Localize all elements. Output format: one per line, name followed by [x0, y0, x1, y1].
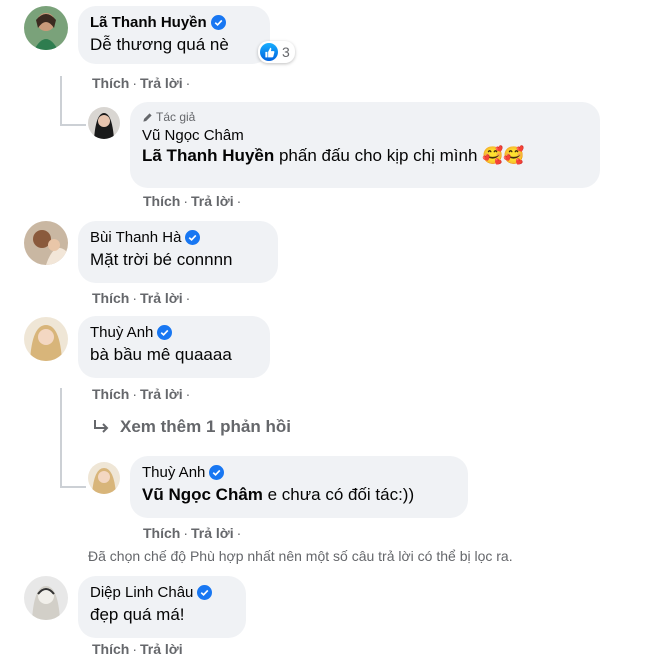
like-button[interactable]: Thích — [92, 75, 129, 91]
comment-text: Mặt trời bé connnn — [90, 250, 233, 269]
comment-bubble: Thuỳ Anh bà bầu mê quaaaa — [78, 316, 270, 378]
author-tag-label: Tác giả — [156, 110, 196, 124]
commenter-name[interactable]: Vũ Ngọc Châm — [142, 127, 588, 144]
thread-line — [60, 486, 86, 488]
comment-bubble: Bùi Thanh Hà Mặt trời bé connnn — [78, 221, 278, 283]
reply-button[interactable]: Trả lời — [140, 386, 183, 402]
like-button[interactable]: Thích — [92, 290, 129, 306]
like-button[interactable]: Thích — [143, 193, 180, 209]
reply-button[interactable]: Trả lời — [140, 290, 183, 306]
separator: · — [236, 193, 242, 209]
reply-button[interactable]: Trả lời — [191, 525, 234, 541]
comment-actions: Thích · Trả lời · — [143, 525, 244, 541]
mention-link[interactable]: Lã Thanh Huyền — [142, 146, 274, 165]
comment-body: phấn đấu cho kịp chị mình — [274, 146, 483, 165]
comment-body: e chưa có đối tác:)) — [262, 485, 415, 504]
separator: · — [132, 75, 138, 91]
commenter-name[interactable]: Thuỳ Anh — [142, 464, 456, 481]
commenter-name-text[interactable]: Thuỳ Anh — [90, 324, 153, 341]
verified-badge-icon — [197, 585, 213, 600]
thread-line — [60, 124, 86, 126]
reply-button[interactable]: Trả lời — [191, 193, 234, 209]
commenter-name-text[interactable]: Bùi Thanh Hà — [90, 229, 181, 246]
comment-bubble: Thuỳ Anh Vũ Ngọc Châm e chưa có đối tác:… — [130, 456, 468, 518]
comment-actions: Thích · Trả lời · — [92, 290, 193, 306]
author-tag: Tác giả — [142, 110, 588, 124]
verified-badge-icon — [185, 230, 201, 245]
comment-text: đẹp quá má! — [90, 605, 185, 624]
pencil-icon — [143, 112, 152, 122]
reaction-count-badge[interactable]: 3 — [258, 41, 295, 63]
separator: · — [236, 525, 242, 541]
comment-actions: Thích · Trả lời · — [92, 75, 193, 91]
comment-bubble: Lã Thanh Huyền Dễ thương quá nè — [78, 6, 270, 64]
comment-bubble: Diệp Linh Châu đẹp quá má! — [78, 576, 246, 638]
comment-bubble: Tác giả Vũ Ngọc Châm Lã Thanh Huyền phấn… — [130, 102, 600, 188]
commenter-name[interactable]: Diệp Linh Châu — [90, 584, 234, 601]
comment-text: bà bầu mê quaaaa — [90, 345, 232, 364]
separator: · — [183, 193, 189, 209]
comment-actions: Thích · Trả lời — [92, 641, 183, 657]
reply-button[interactable]: Trả lời — [140, 641, 183, 657]
separator: · — [132, 641, 138, 657]
avatar[interactable] — [88, 107, 120, 139]
reaction-count: 3 — [282, 44, 290, 60]
separator: · — [183, 525, 189, 541]
verified-badge-icon — [209, 465, 225, 480]
reply-button[interactable]: Trả lời — [140, 75, 183, 91]
avatar[interactable] — [24, 576, 68, 620]
commenter-name-text[interactable]: Diệp Linh Châu — [90, 584, 193, 601]
separator: · — [185, 290, 191, 306]
like-button[interactable]: Thích — [92, 386, 129, 402]
commenter-name[interactable]: Lã Thanh Huyền — [90, 14, 258, 31]
comment-text: Lã Thanh Huyền phấn đấu cho kịp chị mình… — [142, 146, 588, 166]
mention-link[interactable]: Vũ Ngọc Châm — [142, 485, 263, 504]
thread-line — [60, 388, 62, 488]
like-button[interactable]: Thích — [92, 641, 129, 657]
commenter-name-text[interactable]: Thuỳ Anh — [142, 464, 205, 481]
view-more-replies-label[interactable]: Xem thêm 1 phản hồi — [120, 417, 291, 437]
emoji: 🥰🥰 — [482, 146, 525, 165]
separator: · — [185, 75, 191, 91]
like-reaction-icon — [260, 43, 278, 61]
comment-text: Dễ thương quá nè — [90, 35, 229, 54]
avatar[interactable] — [88, 462, 120, 494]
verified-badge-icon — [210, 15, 226, 30]
avatar[interactable] — [24, 6, 68, 50]
commenter-name-text[interactable]: Lã Thanh Huyền — [90, 14, 207, 31]
view-more-replies-button[interactable]: Xem thêm 1 phản hồi — [92, 417, 291, 437]
comment-actions: Thích · Trả lời · — [143, 193, 244, 209]
avatar[interactable] — [24, 317, 68, 361]
separator: · — [132, 290, 138, 306]
like-button[interactable]: Thích — [143, 525, 180, 541]
comment-actions: Thích · Trả lời · — [92, 386, 193, 402]
verified-badge-icon — [157, 325, 173, 340]
commenter-name[interactable]: Bùi Thanh Hà — [90, 229, 266, 246]
commenter-name-text[interactable]: Vũ Ngọc Châm — [142, 127, 244, 144]
reply-arrow-icon — [94, 420, 109, 433]
thread-line — [60, 76, 62, 126]
separator: · — [185, 386, 191, 402]
filter-note: Đã chọn chế độ Phù hợp nhất nên một số c… — [88, 548, 513, 564]
separator: · — [132, 386, 138, 402]
avatar[interactable] — [24, 221, 68, 265]
comment-text: Vũ Ngọc Châm e chưa có đối tác:)) — [142, 485, 456, 505]
commenter-name[interactable]: Thuỳ Anh — [90, 324, 258, 341]
